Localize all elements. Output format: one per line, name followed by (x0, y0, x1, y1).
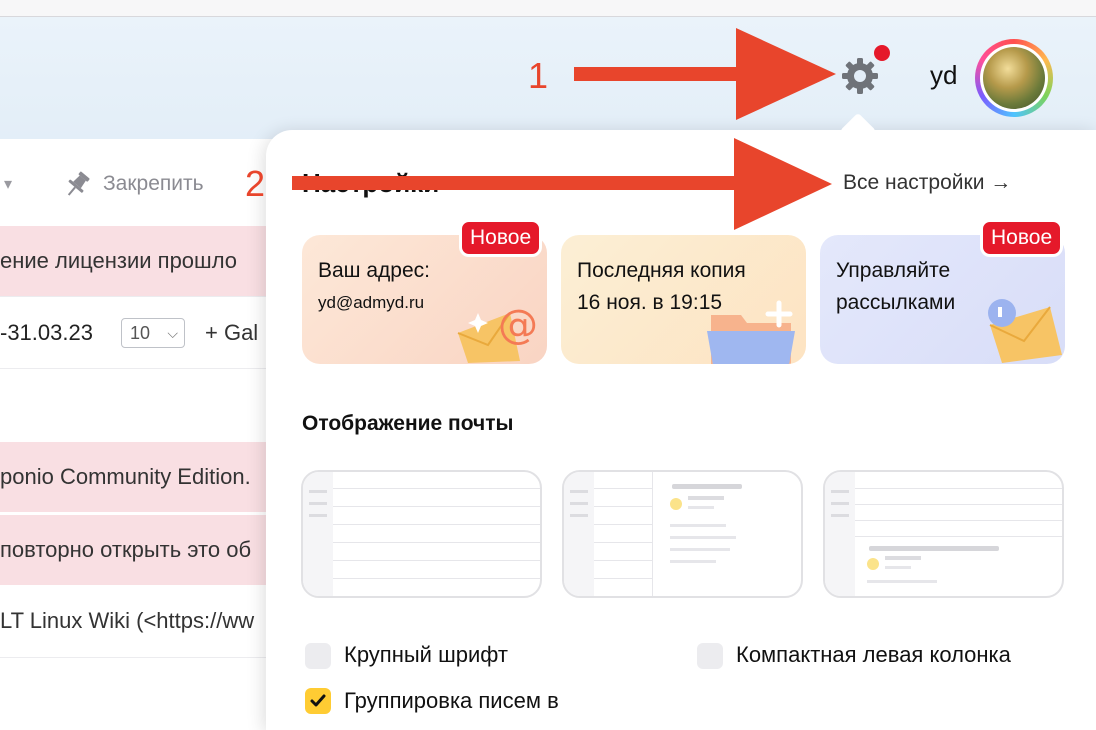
list-item[interactable]: LT Linux Wiki (<https://ww (0, 586, 280, 656)
layout-sidebar (564, 472, 594, 596)
line (594, 578, 652, 579)
line (855, 536, 1062, 537)
stripe (831, 502, 849, 505)
layout-sidebar (303, 472, 333, 596)
preview-avatar (867, 558, 879, 570)
stripe (831, 490, 849, 493)
preview-line (688, 496, 724, 500)
line (333, 488, 540, 489)
chevron-down-icon[interactable]: ▾ (4, 174, 12, 194)
envelope-hand-icon (988, 299, 1062, 363)
per-page-select[interactable]: 10 ⌵ (121, 318, 185, 348)
chevron-down-icon: ⌵ (167, 325, 178, 341)
new-badge: Новое (980, 219, 1064, 257)
folder-icon (707, 300, 795, 364)
line (855, 504, 1062, 505)
browser-top-strip (0, 0, 1096, 17)
divider (0, 368, 280, 369)
preview-line (688, 506, 714, 509)
avatar[interactable] (975, 39, 1053, 117)
preview-line (670, 548, 730, 551)
stripe (309, 514, 327, 517)
backup-card[interactable]: Последняя копия 16 ноя. в 19:15 (561, 235, 806, 364)
annotation-number-2: 2 (245, 163, 266, 204)
card-title: Последняя копия (577, 259, 746, 282)
stripe (309, 490, 327, 493)
card-subtitle: рассылками (836, 291, 956, 314)
group-mail-checkbox[interactable] (305, 688, 331, 714)
layout-option-split-vertical[interactable] (562, 470, 803, 598)
preview-avatar (670, 498, 682, 510)
annotation-arrow-1 (574, 28, 836, 120)
split-divider (652, 472, 653, 596)
checkmark-icon (310, 694, 326, 707)
line (594, 542, 652, 543)
layout-option-split-horizontal[interactable] (823, 470, 1064, 598)
notification-dot (874, 45, 890, 61)
line (333, 542, 540, 543)
list-item[interactable] (0, 370, 280, 440)
line (333, 560, 540, 561)
line (333, 524, 540, 525)
stripe (570, 502, 588, 505)
preview-bar (672, 484, 742, 489)
divider (0, 657, 280, 658)
list-item[interactable]: повторно открыть это об (0, 515, 280, 585)
mail-display-title: Отображение почты (302, 412, 514, 435)
preview-line (670, 560, 716, 563)
preview-line (670, 524, 726, 527)
preview-line (867, 580, 937, 583)
line (594, 488, 652, 489)
avatar-photo (983, 47, 1045, 109)
card-title: Ваш адрес: (318, 259, 430, 282)
line (594, 560, 652, 561)
large-font-label: Крупный шрифт (344, 642, 508, 667)
pin-button[interactable]: Закрепить (103, 172, 204, 196)
date-range: -31.03.23 (0, 320, 93, 345)
svg-text:@: @ (498, 302, 538, 348)
envelope-at-icon: @ (457, 302, 538, 363)
stripe (570, 490, 588, 493)
add-button[interactable]: + Gal (205, 320, 258, 346)
preview-line (670, 536, 736, 539)
stripe (570, 514, 588, 517)
group-mail-label: Группировка писем в (344, 688, 559, 713)
all-settings-link[interactable]: Все настройки → (843, 171, 1011, 195)
line (855, 520, 1062, 521)
preview-bar (869, 546, 999, 551)
preview-line (885, 566, 911, 569)
large-font-checkbox[interactable] (305, 643, 331, 669)
pin-icon[interactable] (60, 170, 94, 200)
card-address: yd@admyd.ru (318, 293, 425, 312)
layout-sidebar (825, 472, 855, 596)
list-item[interactable]: ponio Community Edition. (0, 442, 280, 512)
line (855, 488, 1062, 489)
divider (0, 296, 280, 297)
annotation-number-1: 1 (528, 55, 549, 96)
username: yd (930, 60, 958, 90)
compact-column-checkbox[interactable] (697, 643, 723, 669)
line (594, 506, 652, 507)
card-title: Управляйте (836, 259, 951, 282)
preview-line (885, 556, 921, 560)
layout-option-list[interactable] (301, 470, 542, 598)
line (594, 524, 652, 525)
annotation-arrow-2 (292, 138, 832, 230)
compact-column-label: Компактная левая колонка (736, 642, 1011, 667)
stripe (831, 514, 849, 517)
stripe (309, 502, 327, 505)
line (333, 578, 540, 579)
list-item[interactable]: ение лицензии прошло (0, 226, 280, 296)
line (333, 506, 540, 507)
